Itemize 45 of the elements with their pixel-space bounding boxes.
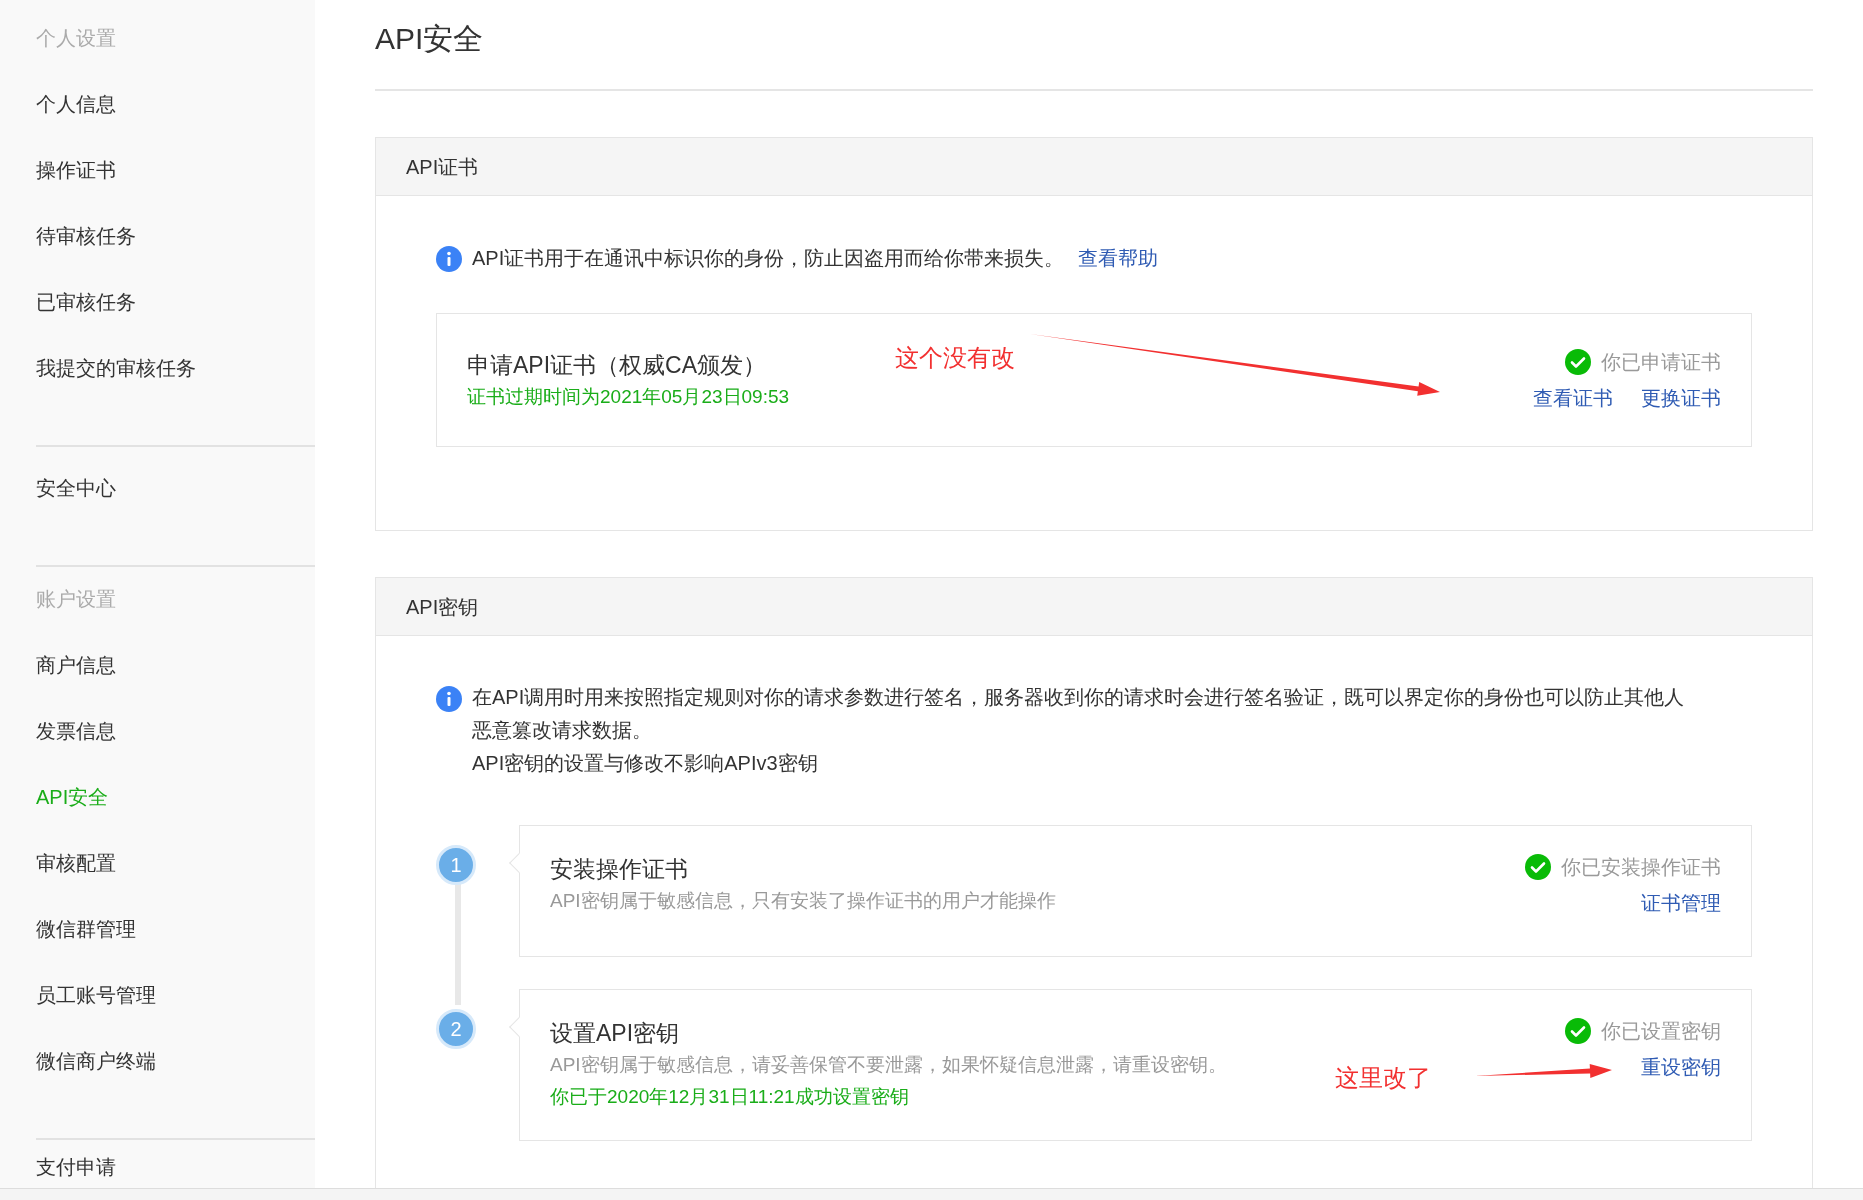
status-text: 你已设置密钥 <box>1601 1019 1721 1044</box>
step-link[interactable]: 重设密钥 <box>1641 1052 1721 1082</box>
card-link[interactable]: 查看证书 <box>1533 383 1613 413</box>
info-text: API密钥的设置与修改不影响APIv3密钥 <box>472 751 819 776</box>
sidebar-item[interactable]: 员工账号管理 <box>0 980 315 1046</box>
step-note: 你已于2020年12月31日11:21成功设置密钥 <box>550 1085 910 1109</box>
step-number: 1 <box>436 845 476 885</box>
sidebar-item[interactable]: 商户信息 <box>0 650 315 716</box>
check-icon <box>1525 854 1551 880</box>
info-text: 在API调用时用来按照指定规则对你的请求参数进行签名，服务器收到你的请求时会进行签名验证，既可以界定你的身份也可以防止其他人恶意篡改请求数据。 <box>472 685 1686 743</box>
card-title: 申请API证书（权威CA颁发） <box>467 351 768 380</box>
step-title: 设置API密钥 <box>550 1019 681 1048</box>
sidebar-item[interactable]: 个人信息 <box>0 89 315 155</box>
step-link[interactable]: 证书管理 <box>1641 888 1721 918</box>
step-title: 安装操作证书 <box>550 855 689 884</box>
sidebar-item[interactable]: 操作证书 <box>0 155 315 221</box>
sidebar-heading: 账户设置 <box>35 587 117 612</box>
sidebar-item[interactable]: 支付申请 <box>0 1152 315 1188</box>
step-description: API密钥属于敏感信息，只有安装了操作证书的用户才能操作 <box>550 889 1056 913</box>
step-number: 2 <box>436 1009 476 1049</box>
step-description: API密钥属于敏感信息，请妥善保管不要泄露，如果怀疑信息泄露，请重设密钥。 <box>550 1053 1227 1077</box>
info-text: API证书用于在通讯中标识你的身份，防止因盗用而给你带来损失。 <box>472 246 1065 271</box>
sidebar-item[interactable]: 待审核任务 <box>0 221 315 287</box>
annotation-text: 这里改了 <box>1335 1063 1431 1093</box>
status-text: 你已申请证书 <box>1601 350 1721 375</box>
help-link[interactable]: 查看帮助 <box>1078 243 1159 273</box>
sidebar-heading: 个人设置 <box>35 26 117 51</box>
info-icon <box>436 686 462 712</box>
sidebar-item[interactable]: 微信群管理 <box>0 914 315 980</box>
page-title: API安全 <box>375 0 1813 91</box>
check-icon <box>1565 349 1591 375</box>
check-icon <box>1565 1018 1591 1044</box>
sidebar-item[interactable]: 发票信息 <box>0 716 315 782</box>
panel-title: API密钥 <box>376 578 1812 636</box>
sidebar-item[interactable]: 审核配置 <box>0 848 315 914</box>
sidebar-item[interactable]: 安全中心 <box>0 473 315 539</box>
sidebar-item[interactable]: 微信商户终端 <box>0 1046 315 1112</box>
status-text: 你已安装操作证书 <box>1561 855 1721 880</box>
panel-title: API证书 <box>376 138 1812 196</box>
sidebar-item[interactable]: 我提交的审核任务 <box>0 353 315 419</box>
annotation-text: 这个没有改 <box>895 343 1015 373</box>
card-link[interactable]: 更换证书 <box>1641 383 1721 413</box>
expiry-note: 证书过期时间为2021年05月23日09:53 <box>467 385 790 409</box>
sidebar-item[interactable]: 已审核任务 <box>0 287 315 353</box>
info-icon <box>436 245 462 272</box>
